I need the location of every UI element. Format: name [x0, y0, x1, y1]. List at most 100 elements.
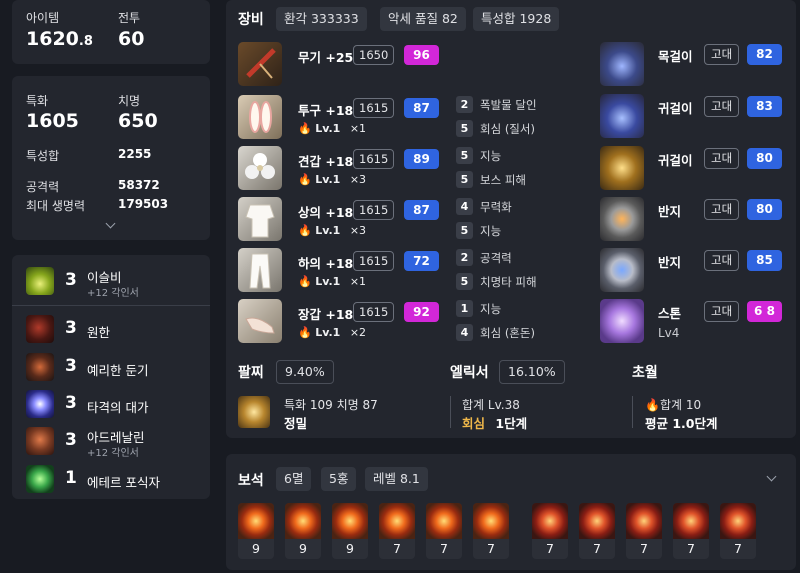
gear-row-weapon[interactable]: 무기 +25 1650 96: [238, 42, 638, 88]
engraving-name: 타격의 대가: [87, 400, 149, 415]
gem-slot[interactable]: 7: [473, 503, 509, 559]
accessory-stone[interactable]: 스톤 고대 6 8 Lv4: [600, 299, 790, 345]
expand-chevron-icon[interactable]: [105, 218, 116, 229]
bunny-ears-helmet-icon: [238, 95, 282, 139]
gear-name: 장갑 +18: [298, 307, 354, 322]
gear-quality: 87: [404, 98, 439, 118]
divider: [632, 396, 633, 428]
accessory-ring-1[interactable]: 반지 고대 80: [600, 197, 790, 243]
gem-level: 7: [734, 541, 742, 556]
gear-item-level: 1615: [353, 149, 395, 169]
gem-chip-annihilation: 6멸: [276, 467, 312, 491]
gear-name: 하의 +18: [298, 256, 354, 271]
accessory-name: 스톤: [658, 306, 682, 321]
gem-slot[interactable]: 7: [426, 503, 462, 559]
gear-elixir: 🔥 Lv.1 ×1: [298, 122, 367, 135]
item-level-label: 아이템: [26, 11, 60, 25]
stats-card: 특화 1605 치명 650 특성합 2255 공격력 58372 최대 생명력…: [12, 76, 210, 240]
accessory-grade: 고대: [704, 44, 740, 65]
engraving-count: 3: [65, 430, 77, 450]
gem-chip-crimson: 5홍: [321, 467, 357, 491]
elixir-total: 합계 Lv.38: [462, 398, 520, 412]
white-pants-icon: [238, 248, 282, 292]
gem-level: 7: [640, 541, 648, 556]
accessory-earring-1[interactable]: 귀걸이 고대 83: [600, 94, 790, 140]
engraving-item[interactable]: 3 원한: [12, 311, 210, 347]
accessory-grade: 고대: [704, 199, 740, 220]
gem-slot[interactable]: 9: [332, 503, 368, 559]
divider: [450, 396, 451, 428]
flame-icon: 🔥: [298, 224, 312, 237]
gem-slot[interactable]: 9: [285, 503, 321, 559]
accessory-name: 반지: [658, 204, 682, 219]
engraving-item[interactable]: 1 에테르 포식자: [12, 461, 210, 497]
engraving-item[interactable]: 3 이슬비 +12 각인서: [12, 263, 210, 299]
gem-slot[interactable]: 7: [379, 503, 415, 559]
transcend-title: 초월: [632, 365, 658, 381]
gem-level: 9: [299, 541, 307, 556]
gem-level: 7: [593, 541, 601, 556]
engraving-count: 3: [65, 393, 77, 413]
combat-level-label: 전투: [118, 11, 141, 25]
elixir-option: 2 폭발물 달인: [456, 95, 596, 115]
gem-icon: [379, 503, 415, 539]
accessory-name: 반지: [658, 255, 682, 270]
stone-level: Lv4: [658, 326, 680, 340]
accessory-ring-2[interactable]: 반지 고대 85: [600, 248, 790, 294]
accessory-grade: 고대: [704, 250, 740, 271]
gem-icon: [532, 503, 568, 539]
elixir-option: 5 지능: [456, 221, 596, 241]
accessory-quality: 80: [747, 148, 782, 169]
gear-elixir: 🔥 Lv.1 ×1: [298, 275, 367, 288]
accessory-quality: 6 8: [747, 301, 782, 322]
gem-slot[interactable]: 7: [532, 503, 568, 559]
elixir-option: 5 보스 피해: [456, 170, 596, 190]
gem-slot[interactable]: 7: [673, 503, 709, 559]
gem-icon: [720, 503, 756, 539]
elixir-option: 5 회심 (질서): [456, 119, 596, 139]
gear-name: 견갑 +18: [298, 154, 354, 169]
engraving-count: 1: [65, 468, 77, 488]
gem-slot[interactable]: 7: [720, 503, 756, 559]
elixir-option: 1 지능: [456, 299, 596, 319]
earring-icon: [600, 94, 644, 138]
gear-name: 무기 +25: [298, 50, 354, 65]
accessory-grade: 고대: [704, 148, 740, 169]
engraving-item[interactable]: 3 예리한 둔기: [12, 349, 210, 385]
bracelet-effect: 정밀: [284, 416, 308, 431]
gem-level: 7: [393, 541, 401, 556]
gear-quality: 89: [404, 149, 439, 169]
engraving-item[interactable]: 3 아드레날린 +12 각인서: [12, 423, 210, 459]
adrenaline-engraving-icon: [26, 427, 54, 455]
bracelet-title: 팔찌: [238, 365, 264, 381]
gear-name: 상의 +18: [298, 205, 354, 220]
bracelet-percent: 9.40%: [276, 360, 334, 384]
gear-item-level: 1615: [353, 251, 395, 271]
elixir-option: 4 무력화: [456, 197, 596, 217]
accessory-earring-2[interactable]: 귀걸이 고대 80: [600, 146, 790, 192]
gem-slot[interactable]: 7: [626, 503, 662, 559]
gem-chip-level: 레벨 8.1: [365, 467, 428, 491]
drizzle-engraving-icon: [26, 267, 54, 295]
ether-predator-engraving-icon: [26, 465, 54, 493]
accessory-necklace[interactable]: 목걸이 고대 82: [600, 42, 790, 88]
spec-value: 1605: [26, 110, 79, 132]
engraving-item[interactable]: 3 타격의 대가: [12, 386, 210, 422]
gear-elixir: 🔥 Lv.1 ×3: [298, 224, 367, 237]
elixir-percent: 16.10%: [499, 360, 565, 384]
earring-icon: [600, 146, 644, 190]
elixir-option: 5 지능: [456, 146, 596, 166]
gem-slot[interactable]: 7: [579, 503, 615, 559]
elixir-title: 엘릭서: [450, 365, 489, 381]
gem-level: 9: [252, 541, 260, 556]
engraving-name: 예리한 둔기: [87, 363, 149, 378]
flame-icon: 🔥: [645, 398, 660, 412]
elixir-option: 2 공격력: [456, 248, 596, 268]
gear-item-level: 1650: [353, 45, 395, 65]
equipment-title: 장비: [238, 12, 264, 28]
gem-icon: [673, 503, 709, 539]
accessory-name: 귀걸이: [658, 101, 693, 116]
gem-slot[interactable]: 9: [238, 503, 274, 559]
attack-power-label: 공격력: [26, 180, 60, 194]
accessory-quality: 82: [747, 44, 782, 65]
